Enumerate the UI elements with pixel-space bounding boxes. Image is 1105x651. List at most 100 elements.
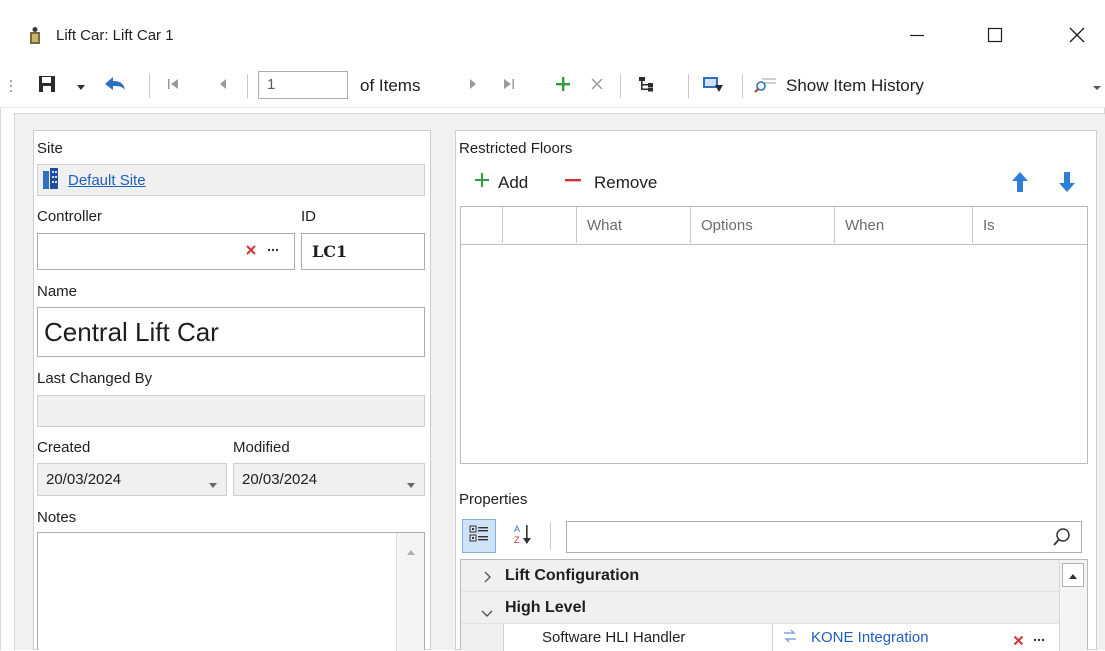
categorized-view-button[interactable]: [462, 519, 496, 553]
id-field[interactable]: LC1: [301, 233, 425, 270]
notes-label: Notes: [37, 509, 77, 526]
grid-header-is[interactable]: Is: [973, 207, 1087, 243]
created-date-value: 20/03/2024: [46, 471, 122, 488]
close-icon: [1069, 27, 1085, 47]
scroll-up-icon: [1068, 567, 1078, 584]
toolbar-overflow-button[interactable]: [1090, 70, 1104, 102]
chevron-down-icon: [1093, 78, 1101, 95]
previous-item-button[interactable]: [210, 70, 236, 102]
move-down-button[interactable]: [1057, 170, 1077, 198]
item-index-value: 1: [267, 76, 276, 93]
id-label: ID: [301, 208, 316, 225]
properties-search-input[interactable]: [566, 521, 1082, 553]
created-date-field[interactable]: 20/03/2024: [37, 463, 227, 496]
property-value-cell[interactable]: KONE Integration: [773, 624, 1059, 651]
created-label: Created: [37, 439, 91, 456]
remove-floor-label: Remove: [594, 172, 658, 192]
property-group-high-level[interactable]: High Level: [461, 592, 1059, 624]
modified-date-value: 20/03/2024: [242, 471, 318, 488]
item-index-input[interactable]: 1: [258, 71, 348, 99]
toolbar-separator: [620, 74, 621, 98]
last-item-button[interactable]: [496, 70, 522, 102]
first-item-button[interactable]: [160, 70, 186, 102]
last-changed-by-label: Last Changed By: [37, 370, 153, 387]
next-item-button[interactable]: [460, 70, 486, 102]
save-icon: [38, 75, 56, 97]
grid-header-options[interactable]: Options: [691, 207, 835, 243]
save-button[interactable]: [34, 70, 60, 102]
next-icon: [467, 77, 479, 95]
chevron-down-icon: [406, 476, 416, 493]
red-x-icon: [245, 243, 257, 260]
grid-header-cell[interactable]: [503, 207, 577, 243]
previous-icon: [217, 77, 229, 95]
history-search-icon: [754, 75, 778, 97]
minimize-button[interactable]: [894, 18, 940, 56]
hierarchy-button[interactable]: [630, 70, 664, 102]
notes-scrollbar[interactable]: [396, 533, 424, 651]
controller-field[interactable]: [37, 233, 295, 270]
red-x-icon: [1013, 633, 1024, 650]
controller-label: Controller: [37, 208, 103, 225]
save-dropdown-button[interactable]: [72, 70, 90, 102]
maximize-button[interactable]: [972, 18, 1018, 56]
add-item-button[interactable]: [550, 70, 576, 102]
clear-property-button[interactable]: [1013, 633, 1024, 650]
sort-az-icon: AZ: [512, 523, 534, 549]
grid-header-what[interactable]: What: [577, 207, 691, 243]
lift-car-icon: [26, 26, 44, 46]
categorized-icon: [469, 524, 489, 548]
delete-item-button[interactable]: [584, 70, 610, 102]
property-grid-scrollbar[interactable]: [1059, 560, 1087, 651]
undo-button[interactable]: [98, 70, 132, 102]
monitor-export-icon: [702, 75, 724, 97]
property-group-name: High Level: [505, 599, 586, 616]
grid-header-cell[interactable]: [461, 207, 503, 243]
ellipsis-icon: [1032, 632, 1046, 649]
building-icon: [42, 167, 62, 193]
name-field[interactable]: Central Lift Car: [37, 307, 425, 357]
restricted-floors-grid[interactable]: What Options When Is: [460, 206, 1088, 464]
toolbar-separator: [149, 74, 150, 98]
plus-icon: [555, 76, 571, 96]
grid-header-when[interactable]: When: [835, 207, 973, 243]
svg-text:A: A: [514, 524, 520, 534]
move-up-button[interactable]: [1010, 170, 1030, 198]
scroll-up-icon[interactable]: [406, 543, 416, 560]
site-link[interactable]: Default Site: [68, 172, 146, 189]
close-button[interactable]: [1054, 18, 1100, 56]
grid-header-row: What Options When Is: [461, 207, 1087, 245]
restricted-floors-title: Restricted Floors: [459, 140, 573, 157]
undo-arrow-icon: [103, 75, 127, 97]
notes-field[interactable]: [37, 532, 425, 651]
search-icon: [1052, 527, 1072, 551]
of-items-label: of Items: [360, 76, 421, 95]
property-name: Software HLI Handler: [542, 629, 686, 646]
scroll-up-button[interactable]: [1062, 563, 1084, 587]
add-floor-label: Add: [498, 172, 529, 192]
chevron-down-icon: [481, 604, 493, 621]
export-button[interactable]: [696, 70, 730, 102]
property-value: KONE Integration: [811, 629, 929, 646]
last-icon: [502, 77, 516, 95]
chevron-down-icon: [76, 78, 86, 95]
arrow-down-icon: [1057, 172, 1077, 198]
browse-property-button[interactable]: [1032, 631, 1046, 649]
remove-floor-button[interactable]: Remove: [564, 172, 657, 193]
show-item-history-button[interactable]: Show Item History: [754, 70, 964, 102]
browse-controller-button[interactable]: [266, 241, 280, 259]
modified-date-field[interactable]: 20/03/2024: [233, 463, 425, 496]
add-floor-button[interactable]: Add: [474, 172, 528, 193]
property-group-lift-configuration[interactable]: Lift Configuration: [461, 560, 1059, 592]
plus-icon: [474, 172, 490, 193]
toolbar-grip-icon[interactable]: [6, 70, 16, 102]
property-indent: [461, 624, 503, 651]
x-icon: [590, 77, 604, 95]
property-name-cell[interactable]: Software HLI Handler: [503, 624, 773, 651]
ellipsis-icon: [266, 242, 280, 259]
chevron-right-icon: [483, 570, 491, 587]
clear-controller-button[interactable]: [245, 243, 257, 260]
site-field: Default Site: [37, 164, 425, 196]
alphabetical-sort-button[interactable]: AZ: [506, 519, 540, 553]
property-grid[interactable]: Lift Configuration High Level Software H…: [460, 559, 1088, 651]
